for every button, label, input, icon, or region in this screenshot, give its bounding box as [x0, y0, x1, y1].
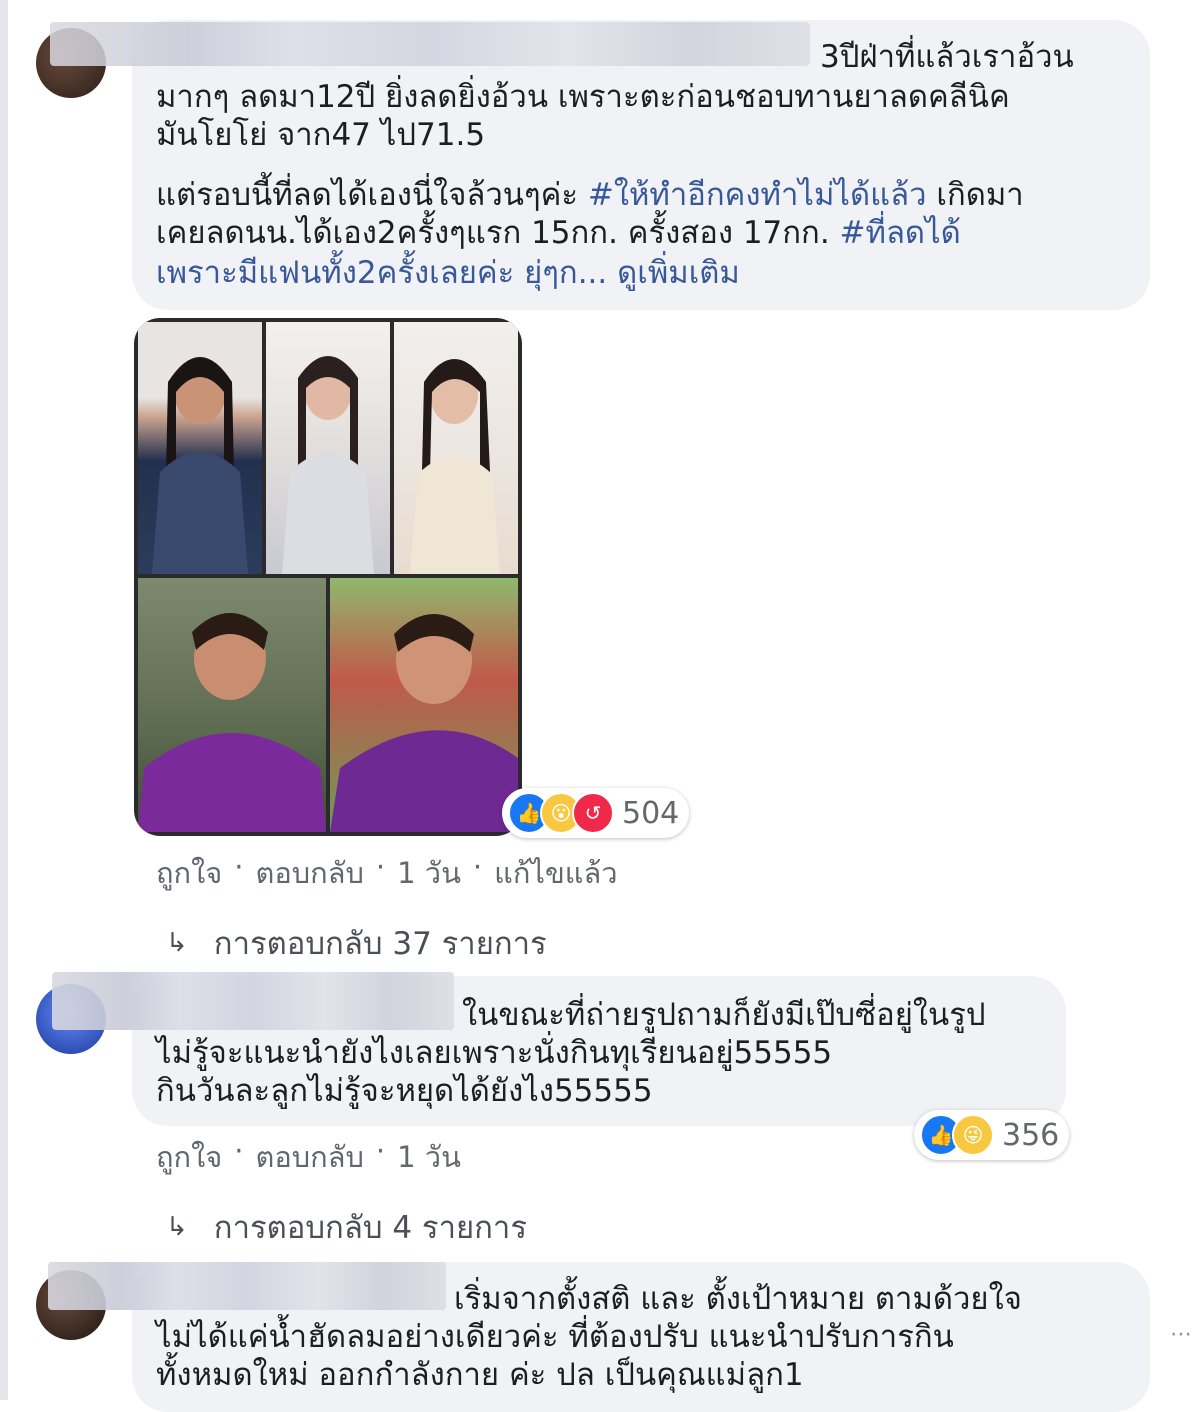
reaction-count: 356 [1002, 1117, 1060, 1153]
edited-label[interactable]: แก้ไขแล้ว [494, 850, 617, 896]
reaction-summary[interactable]: 👍 😮 ↺ 504 [502, 788, 690, 838]
blurred-author-name[interactable] [50, 22, 810, 66]
photo-tile [138, 322, 262, 574]
page-left-border [0, 0, 8, 1400]
hashtag-link[interactable]: #ที่ลดได้ [840, 215, 961, 251]
reaction-count: 504 [622, 795, 680, 831]
photo-tile [266, 322, 390, 574]
timestamp[interactable]: 1 วัน [397, 1134, 461, 1180]
blurred-author-name[interactable] [48, 1262, 446, 1310]
reply-arrow-icon: ↳ [166, 1212, 188, 1242]
comment-text: เคยลดนน.ได้เอง2ครั้งๆแรก 15กก. ครั้งสอง … [156, 215, 840, 251]
comment-text-line: ทั้งหมดใหม่ ออกกำลังกาย ค่ะ ปล เป็นคุณแม… [156, 1357, 804, 1393]
comment-text-line[interactable]: เพราะมีแฟนทั้ง2ครั้งเลยค่ะ ยุ่ๆก... ดูเพ… [156, 254, 740, 292]
like-button[interactable]: ถูกใจ [156, 850, 222, 896]
separator: · [375, 850, 386, 884]
reply-button[interactable]: ตอบกลับ [256, 1134, 364, 1180]
comment-actions: ถูกใจ · ตอบกลับ · 1 วัน · แก้ไขแล้ว [156, 850, 618, 896]
comment-actions: ถูกใจ · ตอบกลับ · 1 วัน [156, 1134, 461, 1180]
person-figure-icon [410, 359, 500, 574]
timestamp[interactable]: 1 วัน [397, 850, 461, 896]
replies-count-label: การตอบกลับ 4 รายการ [213, 1210, 527, 1246]
comment-text-line: เคยลดนน.ได้เอง2ครั้งๆแรก 15กก. ครั้งสอง … [156, 214, 961, 252]
comment-text: แต่รอบนี้ที่ลดได้เองนี่ใจล้วนๆค่ะ [156, 177, 588, 213]
comment-text-line: ในขณะที่ถ่ายรูปถามก็ยังมีเป๊บซี่อยู่ในรู… [462, 997, 986, 1033]
person-figure-icon [138, 613, 326, 832]
person-figure-icon [330, 614, 518, 832]
person-figure-icon [282, 356, 374, 574]
more-options-icon[interactable]: ⋯ [1170, 1322, 1192, 1347]
reply-button[interactable]: ตอบกลับ [256, 850, 364, 896]
comment-text: เกิดมา [926, 177, 1024, 213]
comment-text-line: ไม่รู้จะแนะนำยังไงเลยเพราะนั่งกินทุเรียน… [156, 1035, 833, 1071]
replies-count-label: การตอบกลับ 37 รายการ [213, 926, 547, 962]
haha-reaction-icon: 😜 [952, 1114, 994, 1156]
photo-tile [394, 322, 518, 574]
comment-text-line: ไม่ได้แค่น้ำฮัดลมอย่างเดียวค่ะ ที่ต้องปร… [156, 1319, 954, 1355]
separator: · [234, 850, 244, 884]
person-figure-icon [152, 357, 248, 574]
comment-text-line: แต่รอบนี้ที่ลดได้เองนี่ใจล้วนๆค่ะ #ให้ทำ… [156, 176, 1024, 214]
comment-text-line: เริ่มจากตั้งสติ และ ตั้งเป้าหมาย ตามด้วย… [454, 1281, 1022, 1317]
attached-photo-collage[interactable] [134, 318, 522, 836]
view-replies-link[interactable]: ↳ การตอบกลับ 37 รายการ [166, 918, 547, 968]
separator: · [234, 1134, 244, 1168]
blurred-author-name[interactable] [52, 972, 454, 1030]
comment-text-line: 3ปีฝ่าที่แล้วเราอ้วน [820, 39, 1074, 75]
separator: · [472, 850, 483, 884]
like-button[interactable]: ถูกใจ [156, 1134, 222, 1180]
haha-reaction-icon: ↺ [572, 792, 614, 834]
separator: · [375, 1134, 386, 1168]
photo-tile [138, 578, 326, 832]
comment-text-line: กินวันละลูกไม่รู้จะหยุดได้ยังไง55555 [156, 1073, 653, 1109]
reply-arrow-icon: ↳ [166, 928, 188, 958]
reaction-summary[interactable]: 👍 😜 356 [914, 1110, 1070, 1160]
comment-text-line: มากๆ ลดมา12ปี ยิ่งลดยิ่งอ้วน เพราะตะก่อน… [156, 79, 1010, 115]
view-replies-link[interactable]: ↳ การตอบกลับ 4 รายการ [166, 1202, 527, 1252]
comment-text-line: มันโยโย่ จาก47 ไป71.5 [156, 117, 486, 153]
photo-tile [330, 578, 518, 832]
hashtag-link[interactable]: #ให้ทำอีกคงทำไม่ได้แล้ว [588, 177, 927, 213]
